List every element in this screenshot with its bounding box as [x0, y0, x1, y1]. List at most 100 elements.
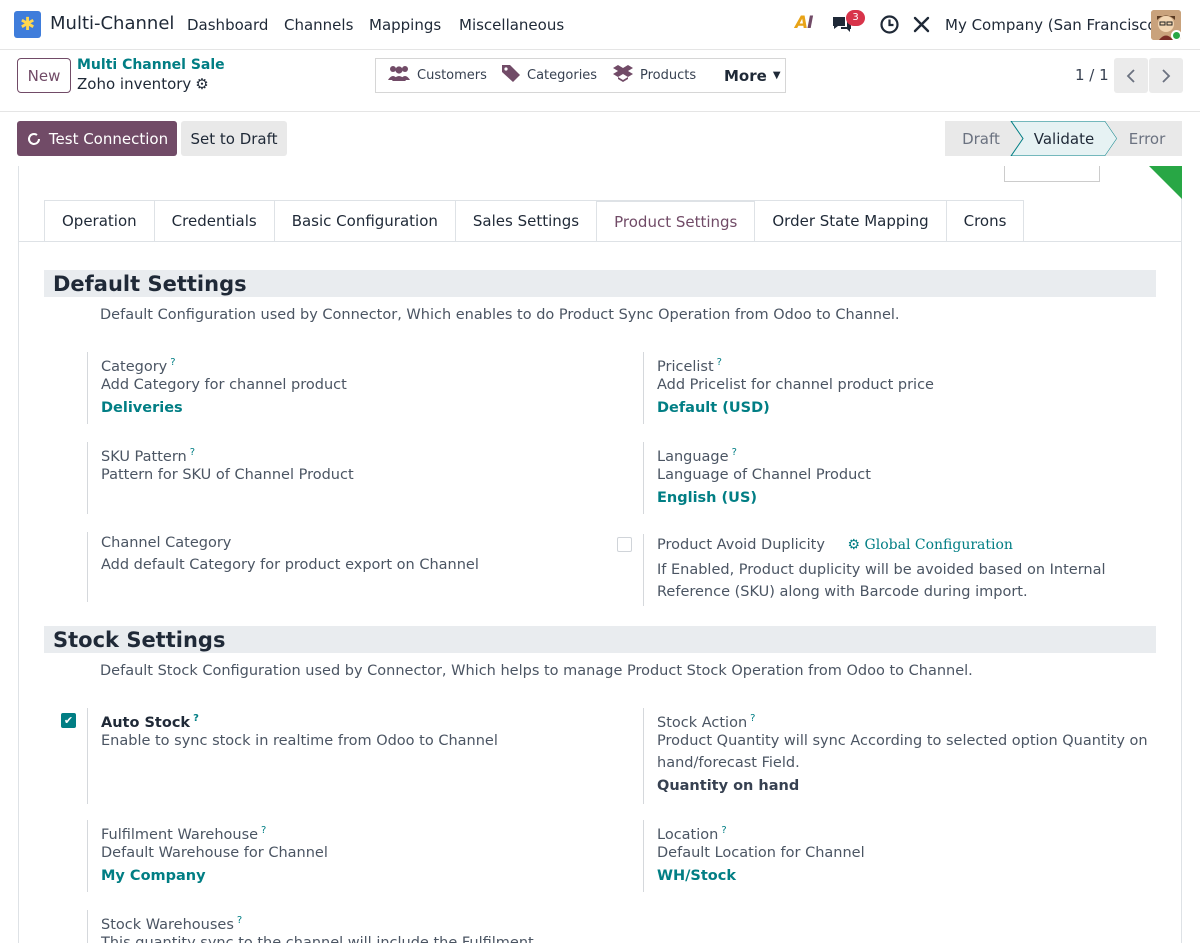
products-smart-button[interactable]: Products: [601, 58, 713, 93]
online-status-icon: [1171, 30, 1181, 40]
location-label: Location: [657, 826, 719, 843]
categories-label: Categories: [527, 68, 598, 83]
category-setting: Category? Add Category for channel produ…: [87, 352, 607, 424]
tab-order-state-mapping[interactable]: Order State Mapping: [755, 200, 947, 242]
fulfilment-warehouse-setting: Fulfilment Warehouse? Default Warehouse …: [87, 820, 607, 892]
menu-miscellaneous[interactable]: Miscellaneous: [459, 16, 564, 34]
user-avatar[interactable]: [1151, 10, 1181, 40]
auto-stock-checkbox[interactable]: ✔: [61, 713, 76, 728]
top-navbar: ✱ Multi-Channel Dashboard Channels Mappi…: [0, 0, 1200, 50]
products-label: Products: [640, 68, 697, 83]
channel-category-label: Channel Category: [101, 535, 232, 551]
avoid-duplicity-help-line2: Reference (SKU) along with Barcode durin…: [657, 584, 1028, 600]
global-configuration-label: Global Configuration: [864, 537, 1013, 553]
more-label: More: [724, 66, 767, 85]
language-label: Language: [657, 448, 729, 465]
location-setting: Location? Default Location for Channel W…: [643, 820, 1163, 892]
help-icon[interactable]: ?: [732, 447, 737, 458]
check-icon: ✔: [63, 714, 74, 727]
gear-icon[interactable]: ⚙: [195, 75, 208, 93]
sku-pattern-help: Pattern for SKU of Channel Product: [101, 467, 354, 483]
new-button[interactable]: New: [17, 58, 71, 93]
pager-previous-button[interactable]: [1114, 58, 1148, 93]
status-bar: Draft Validate Error: [945, 121, 1182, 156]
stock-warehouses-help: This quantity sync to the channel will i…: [101, 935, 534, 943]
avoid-duplicity-checkbox[interactable]: [617, 537, 632, 552]
chat-badge: 3: [846, 10, 865, 26]
tools-icon[interactable]: [911, 14, 932, 35]
sku-pattern-setting: SKU Pattern? Pattern for SKU of Channel …: [87, 442, 607, 514]
cog-icon: ⚙: [847, 537, 861, 553]
auto-stock-help: Enable to sync stock in realtime from Od…: [101, 733, 498, 749]
stage-draft[interactable]: Draft: [945, 121, 1017, 156]
ai-icon[interactable]: AI: [795, 13, 814, 33]
global-configuration-link[interactable]: ⚙ Global Configuration: [848, 537, 1013, 553]
help-icon[interactable]: ?: [261, 825, 266, 836]
help-icon[interactable]: ?: [170, 357, 175, 368]
chevron-right-icon: [1162, 68, 1171, 83]
refresh-icon: [27, 132, 40, 145]
set-to-draft-button[interactable]: Set to Draft: [181, 121, 287, 156]
boxes-icon: [612, 64, 634, 87]
tab-sales-settings[interactable]: Sales Settings: [455, 200, 598, 242]
tab-crons[interactable]: Crons: [946, 200, 1025, 242]
stock-action-value[interactable]: Quantity on hand: [657, 774, 1163, 798]
stage-validate[interactable]: Validate: [1021, 121, 1107, 156]
tag-icon: [501, 64, 521, 87]
categories-smart-button[interactable]: Categories: [490, 58, 602, 93]
avoid-duplicity-setting: Product Avoid Duplicity ⚙ Global Configu…: [643, 534, 1163, 606]
tab-credentials[interactable]: Credentials: [154, 200, 275, 242]
default-settings-title: Default Settings: [44, 270, 1156, 297]
tab-basic-configuration[interactable]: Basic Configuration: [274, 200, 456, 242]
company-switcher[interactable]: My Company (San Francisco): [945, 16, 1162, 34]
menu-dashboard[interactable]: Dashboard: [187, 16, 268, 34]
customers-label: Customers: [417, 68, 487, 83]
customers-smart-button[interactable]: Customers: [375, 58, 491, 93]
channel-category-setting: Channel Category Add default Category fo…: [87, 532, 607, 602]
tab-product-settings[interactable]: Product Settings: [597, 200, 756, 242]
stock-warehouses-setting: Stock Warehouses? This quantity sync to …: [87, 910, 607, 943]
auto-stock-label: Auto Stock: [101, 714, 191, 731]
stock-settings-description: Default Stock Configuration used by Conn…: [100, 663, 973, 679]
test-connection-button[interactable]: Test Connection: [17, 121, 177, 156]
record-name-text: Zoho inventory: [77, 75, 192, 93]
pricelist-help: Add Pricelist for channel product price: [657, 377, 934, 393]
stock-action-help-line1: Product Quantity will sync According to …: [657, 733, 1148, 749]
breadcrumb[interactable]: Multi Channel Sale: [77, 57, 225, 73]
help-icon[interactable]: ?: [750, 713, 755, 724]
users-icon: [387, 64, 411, 87]
language-value[interactable]: English (US): [657, 486, 1163, 510]
pricelist-label: Pricelist: [657, 358, 714, 375]
help-icon[interactable]: ?: [190, 447, 195, 458]
avoid-duplicity-help-line1: If Enabled, Product duplicity will be av…: [657, 562, 1106, 578]
tabs-divider: [18, 241, 1182, 242]
record-name: Zoho inventory ⚙: [77, 75, 209, 93]
fulfilment-warehouse-value[interactable]: My Company: [101, 864, 607, 888]
caret-down-icon: ▼: [772, 70, 781, 81]
menu-mappings[interactable]: Mappings: [369, 16, 441, 34]
clock-icon[interactable]: [879, 14, 900, 35]
stage-error[interactable]: Error: [1117, 121, 1177, 156]
pricelist-value[interactable]: Default (USD): [657, 396, 1163, 420]
category-value[interactable]: Deliveries: [101, 396, 607, 420]
stock-action-label: Stock Action: [657, 714, 748, 731]
sku-pattern-label: SKU Pattern: [101, 448, 187, 465]
more-dropdown[interactable]: More ▼: [712, 58, 786, 93]
pager-next-button[interactable]: [1149, 58, 1183, 93]
fulfilment-warehouse-help: Default Warehouse for Channel: [101, 845, 328, 861]
tab-operation[interactable]: Operation: [44, 200, 155, 242]
help-icon[interactable]: ?: [717, 357, 722, 368]
menu-channels[interactable]: Channels: [284, 16, 353, 34]
channel-category-help: Add default Category for product export …: [101, 557, 479, 573]
image-field[interactable]: [1004, 166, 1100, 182]
app-name[interactable]: Multi-Channel: [50, 13, 174, 34]
default-settings-description: Default Configuration used by Connector,…: [100, 307, 900, 323]
stock-action-setting: Stock Action? Product Quantity will sync…: [643, 708, 1163, 804]
help-icon[interactable]: ?: [193, 713, 199, 724]
app-menu-icon[interactable]: ✱: [14, 11, 41, 38]
test-connection-label: Test Connection: [48, 129, 169, 148]
pager-value[interactable]: 1 / 1: [1075, 66, 1109, 84]
help-icon[interactable]: ?: [721, 825, 726, 836]
help-icon[interactable]: ?: [237, 915, 242, 926]
location-value[interactable]: WH/Stock: [657, 864, 1163, 888]
